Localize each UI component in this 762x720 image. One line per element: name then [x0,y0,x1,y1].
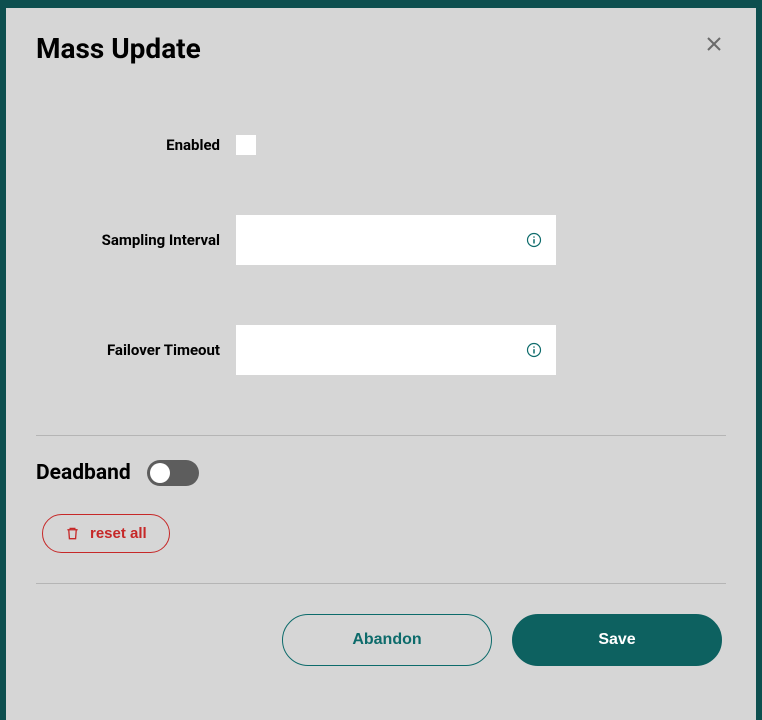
enabled-row: Enabled [36,135,726,155]
close-icon [706,36,722,52]
modal-header: Mass Update [6,8,756,75]
form-body: Enabled Sampling Interval Failover Timeo… [6,135,756,375]
modal-footer: Abandon Save [6,584,756,690]
abandon-button[interactable]: Abandon [282,614,492,666]
modal-title: Mass Update [36,32,201,65]
failover-timeout-input-wrap [236,325,556,375]
failover-timeout-info-button[interactable] [524,340,544,360]
sampling-interval-info-button[interactable] [524,230,544,250]
enabled-label: Enabled [36,136,236,154]
reset-all-label: reset all [90,525,147,542]
failover-timeout-row: Failover Timeout [36,325,726,375]
info-icon [526,342,542,358]
deadband-label: Deadband [36,461,131,485]
reset-row: reset all [6,486,756,553]
close-button[interactable] [702,32,726,56]
trash-icon [65,526,80,541]
mass-update-modal: Mass Update Enabled Sampling Interval [6,8,756,720]
sampling-interval-input-wrap [236,215,556,265]
sampling-interval-label: Sampling Interval [36,231,236,249]
toggle-knob [150,463,170,483]
enabled-checkbox[interactable] [236,135,256,155]
reset-all-button[interactable]: reset all [42,514,170,553]
sampling-interval-row: Sampling Interval [36,215,726,265]
save-button[interactable]: Save [512,614,722,666]
deadband-toggle[interactable] [147,460,199,486]
sampling-interval-input[interactable] [236,215,556,265]
info-icon [526,232,542,248]
failover-timeout-input[interactable] [236,325,556,375]
failover-timeout-label: Failover Timeout [36,341,236,359]
deadband-section: Deadband [6,436,756,486]
